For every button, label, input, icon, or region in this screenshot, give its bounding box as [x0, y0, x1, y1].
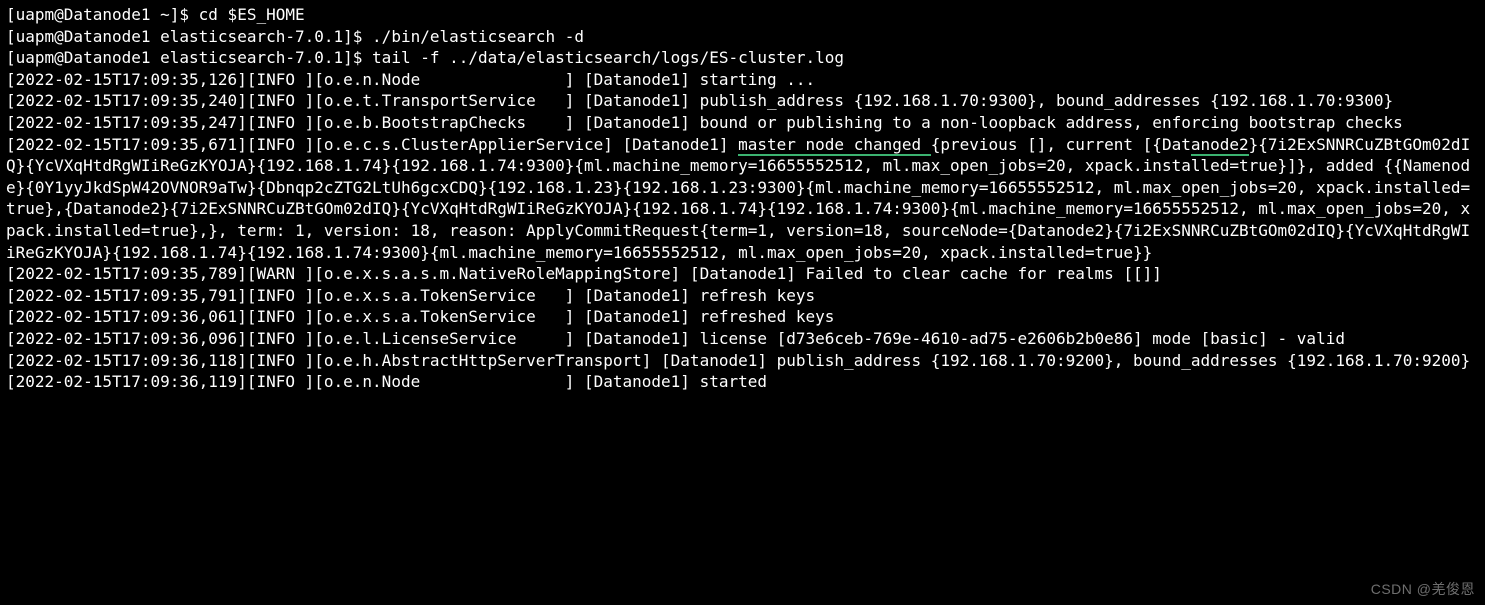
watermark-text: CSDN @羌俊恩 [1371, 580, 1475, 599]
terminal-line: [2022-02-15T17:09:35,671][INFO ][o.e.c.s… [6, 134, 1479, 264]
terminal-line: [2022-02-15T17:09:36,096][INFO ][o.e.l.L… [6, 328, 1479, 350]
terminal-segment: master node changed [738, 135, 931, 156]
terminal-line: [uapm@Datanode1 elasticsearch-7.0.1]$ ./… [6, 26, 1479, 48]
terminal-output: [uapm@Datanode1 ~]$ cd $ES_HOME[uapm@Dat… [0, 0, 1485, 397]
terminal-segment: anode2 [1191, 135, 1249, 156]
terminal-segment: {previous [], current [{Dat [931, 135, 1191, 154]
terminal-line: [2022-02-15T17:09:35,247][INFO ][o.e.b.B… [6, 112, 1479, 134]
terminal-line: [2022-02-15T17:09:35,126][INFO ][o.e.n.N… [6, 69, 1479, 91]
terminal-line: [2022-02-15T17:09:36,118][INFO ][o.e.h.A… [6, 350, 1479, 372]
terminal-line: [2022-02-15T17:09:35,240][INFO ][o.e.t.T… [6, 90, 1479, 112]
terminal-segment: [2022-02-15T17:09:35,671][INFO ][o.e.c.s… [6, 135, 738, 154]
terminal-line: [2022-02-15T17:09:35,789][WARN ][o.e.x.s… [6, 263, 1479, 285]
terminal-line: [2022-02-15T17:09:35,791][INFO ][o.e.x.s… [6, 285, 1479, 307]
terminal-line: [uapm@Datanode1 elasticsearch-7.0.1]$ ta… [6, 47, 1479, 69]
terminal-line: [2022-02-15T17:09:36,119][INFO ][o.e.n.N… [6, 371, 1479, 393]
terminal-line: [uapm@Datanode1 ~]$ cd $ES_HOME [6, 4, 1479, 26]
terminal-line: [2022-02-15T17:09:36,061][INFO ][o.e.x.s… [6, 306, 1479, 328]
